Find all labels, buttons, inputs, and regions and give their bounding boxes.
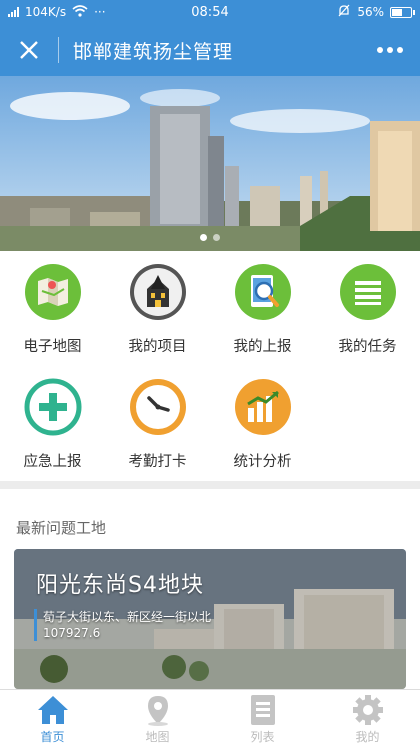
site-card[interactable]: 阳光东尚S4地块 荀子大街以东、新区经一街以北 107927.6 <box>14 549 406 689</box>
site-code: 107927.6 <box>43 626 101 640</box>
menu-item-attendance[interactable]: 考勤打卡 <box>105 366 210 476</box>
menu-item-label: 我的项目 <box>128 339 187 355</box>
more-dot-icon <box>377 47 383 53</box>
status-bar: 104K/s ··· 08:54 56% <box>0 0 420 24</box>
tab-label: 列表 <box>250 730 275 744</box>
menu-item-label: 电子地图 <box>23 339 82 355</box>
chart-icon <box>234 379 291 435</box>
list-doc-icon <box>250 695 275 725</box>
banner-carousel[interactable] <box>0 76 420 251</box>
menu-item-label: 应急上报 <box>23 454 82 470</box>
menu-item-label: 考勤打卡 <box>128 454 187 470</box>
status-time: 08:54 <box>191 4 229 20</box>
battery-percent: 56% <box>357 5 384 19</box>
tab-map[interactable]: 地图 <box>105 690 210 747</box>
menu-item-label: 我的上报 <box>233 339 292 355</box>
menu-item-my-reports[interactable]: 我的上报 <box>210 251 315 361</box>
battery-icon <box>390 6 415 18</box>
signal-icon <box>8 7 19 17</box>
location-pin-icon <box>147 696 168 726</box>
list-icon <box>339 264 396 320</box>
carousel-dot[interactable] <box>200 234 207 241</box>
plus-icon <box>24 378 81 436</box>
site-address: 荀子大街以东、新区经一街以北 <box>43 610 212 624</box>
map-icon <box>24 264 81 320</box>
wifi-icon <box>72 4 88 20</box>
banner-city-image <box>0 76 420 251</box>
menu-item-label: 我的任务 <box>338 339 397 355</box>
building-icon <box>129 264 186 320</box>
close-icon <box>20 41 38 59</box>
menu-item-my-projects[interactable]: 我的项目 <box>105 251 210 361</box>
site-name: 阳光东尚S4地块 <box>36 573 204 598</box>
menu-item-label: 统计分析 <box>233 454 292 470</box>
bottom-tab-bar: 首页 地图 列表 我的 <box>0 689 420 747</box>
network-speed: 104K/s <box>25 5 67 19</box>
home-icon <box>37 696 68 724</box>
tab-list[interactable]: 列表 <box>210 690 315 747</box>
menu-item-my-tasks[interactable]: 我的任务 <box>315 251 420 361</box>
menu-item-emergency-report[interactable]: 应急上报 <box>0 366 105 476</box>
search-report-icon <box>234 264 291 320</box>
more-dot-icon <box>397 47 403 53</box>
site-info: 荀子大街以东、新区经一街以北 107927.6 <box>34 609 211 641</box>
menu-item-electronic-map[interactable]: 电子地图 <box>0 251 105 361</box>
tab-label: 地图 <box>145 730 170 744</box>
latest-issues-section: 最新问题工地 阳光东尚S4地块 荀子大街以东、新区经一街以北 107927.6 <box>0 489 420 689</box>
carousel-dots <box>0 234 420 241</box>
gear-icon <box>352 695 383 725</box>
more-dot-icon <box>387 47 393 53</box>
function-menu: 电子地图 我的项目 我的上报 我的任务 应急上报 考勤打卡 统计分析 <box>0 251 420 481</box>
menu-item-statistics[interactable]: 统计分析 <box>210 366 315 476</box>
page-title: 邯郸建筑扬尘管理 <box>73 40 234 63</box>
clock-icon <box>129 379 186 435</box>
tab-home[interactable]: 首页 <box>0 690 105 747</box>
tab-mine[interactable]: 我的 <box>315 690 420 747</box>
section-separator <box>0 481 420 489</box>
section-title: 最新问题工地 <box>16 519 107 537</box>
alarm-off-icon <box>337 4 351 21</box>
carousel-dot[interactable] <box>213 234 220 241</box>
more-options-button[interactable] <box>360 24 420 76</box>
title-bar: 邯郸建筑扬尘管理 <box>0 24 420 76</box>
tab-label: 我的 <box>355 730 380 744</box>
notification-dots: ··· <box>94 5 106 19</box>
tab-label: 首页 <box>40 730 65 744</box>
close-button[interactable] <box>0 24 58 76</box>
